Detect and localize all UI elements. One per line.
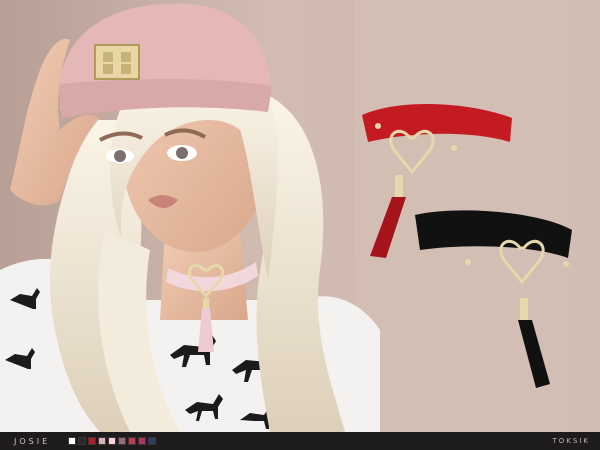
color-swatches [68, 437, 157, 445]
color-swatch [138, 437, 147, 445]
color-swatch [148, 437, 157, 445]
color-swatch [108, 437, 117, 445]
brand-name: TOKSIK [552, 437, 590, 445]
color-swatch [68, 437, 77, 445]
collection-title: JOSIE [14, 436, 51, 446]
hat-stud-badge [94, 44, 140, 80]
color-swatch [98, 437, 107, 445]
color-swatch [118, 437, 127, 445]
product-image: JOSIE TOKSIK [0, 0, 600, 450]
color-swatch [88, 437, 97, 445]
color-swatch [128, 437, 137, 445]
render-illustration [0, 0, 600, 432]
color-swatch [78, 437, 87, 445]
footer-bar: JOSIE TOKSIK [0, 432, 600, 450]
